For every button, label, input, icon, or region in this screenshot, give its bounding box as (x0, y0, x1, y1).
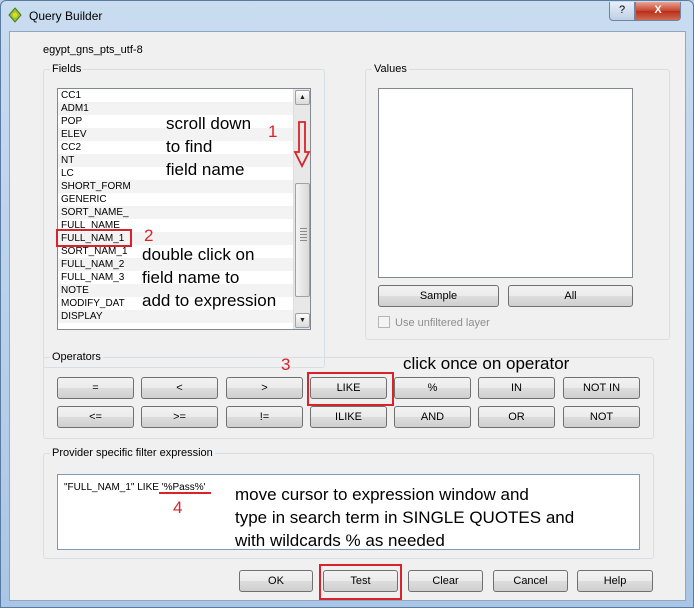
step-2-line: field name to (142, 268, 240, 287)
window-title: Query Builder (29, 9, 103, 23)
op-not-equal-button[interactable]: != (226, 406, 303, 428)
field-list-item[interactable]: CC1 (58, 89, 310, 102)
filter-legend: Provider specific filter expression (50, 447, 215, 459)
annotation-test-highlight (319, 564, 402, 600)
use-unfiltered-checkbox[interactable] (378, 316, 390, 328)
op-equals-button[interactable]: = (57, 377, 134, 399)
title-close-button[interactable]: X (635, 2, 681, 21)
all-button[interactable]: All (508, 285, 633, 307)
scrollbar-thumb[interactable] (295, 183, 310, 297)
step-2-line: double click on (142, 245, 255, 264)
annotation-field-highlight (56, 229, 132, 247)
clear-button[interactable]: Clear (408, 570, 483, 592)
op-and-button[interactable]: AND (394, 406, 471, 428)
use-unfiltered-label: Use unfiltered layer (395, 317, 490, 329)
step-4-instructions: move cursor to expression window and typ… (235, 483, 574, 552)
op-in-button[interactable]: IN (478, 377, 555, 399)
field-list-item[interactable]: GENERIC (58, 193, 310, 206)
qgis-app-icon (8, 7, 22, 23)
op-not-button[interactable]: NOT (563, 406, 640, 428)
step-1-number: 1 (268, 122, 278, 141)
field-list-item[interactable]: SORT_NAME_ (58, 206, 310, 219)
dialog-body: egypt_gns_pts_utf-8 Fields CC1 ADM1 POP ELE… (9, 31, 686, 601)
operators-legend: Operators (50, 351, 103, 363)
query-builder-window: Query Builder ? X egypt_gns_pts_utf-8 Fi… (0, 0, 694, 608)
op-ilike-button[interactable]: ILIKE (310, 406, 387, 428)
cancel-button[interactable]: Cancel (493, 570, 568, 592)
step-2-line: add to expression (142, 291, 277, 310)
sample-button[interactable]: Sample (378, 285, 499, 307)
step-4-line: move cursor to expression window and (235, 485, 529, 504)
down-arrow-icon (293, 121, 311, 169)
op-less-than-button[interactable]: < (141, 377, 218, 399)
grip-icon (300, 228, 307, 242)
title-bar: Query Builder ? X (1, 1, 693, 31)
step-4-line: type in search term in SINGLE QUOTES and (235, 508, 575, 527)
op-less-equal-button[interactable]: <= (57, 406, 134, 428)
values-legend: Values (372, 63, 409, 75)
annotation-underline (159, 492, 211, 494)
op-percent-button[interactable]: % (394, 377, 471, 399)
step-3-instructions: click once on operator (403, 354, 570, 373)
scroll-up-icon[interactable]: ▲ (295, 90, 310, 105)
op-greater-equal-button[interactable]: >= (141, 406, 218, 428)
step-2-instructions: double click on field name to add to exp… (142, 243, 276, 312)
ok-button[interactable]: OK (239, 570, 313, 592)
annotation-like-highlight (307, 372, 394, 406)
step-1-line: field name (166, 160, 245, 179)
op-not-in-button[interactable]: NOT IN (563, 377, 640, 399)
help-button[interactable]: Help (577, 570, 653, 592)
fields-legend: Fields (50, 63, 84, 75)
step-1-line: scroll down (166, 114, 252, 133)
title-help-button[interactable]: ? (609, 2, 635, 21)
step-3-number: 3 (281, 355, 291, 374)
step-4-number: 4 (173, 498, 183, 517)
op-greater-than-button[interactable]: > (226, 377, 303, 399)
step-1-instructions: scroll down to find field name (166, 112, 251, 181)
layer-name-label: egypt_gns_pts_utf-8 (43, 44, 143, 56)
step-4-line: with wildcards % as needed (235, 531, 445, 550)
op-or-button[interactable]: OR (478, 406, 555, 428)
values-list[interactable] (378, 88, 633, 278)
scroll-down-icon[interactable]: ▼ (295, 313, 310, 328)
step-1-line: to find (166, 137, 213, 156)
field-list-item[interactable]: SHORT_FORM (58, 180, 310, 193)
